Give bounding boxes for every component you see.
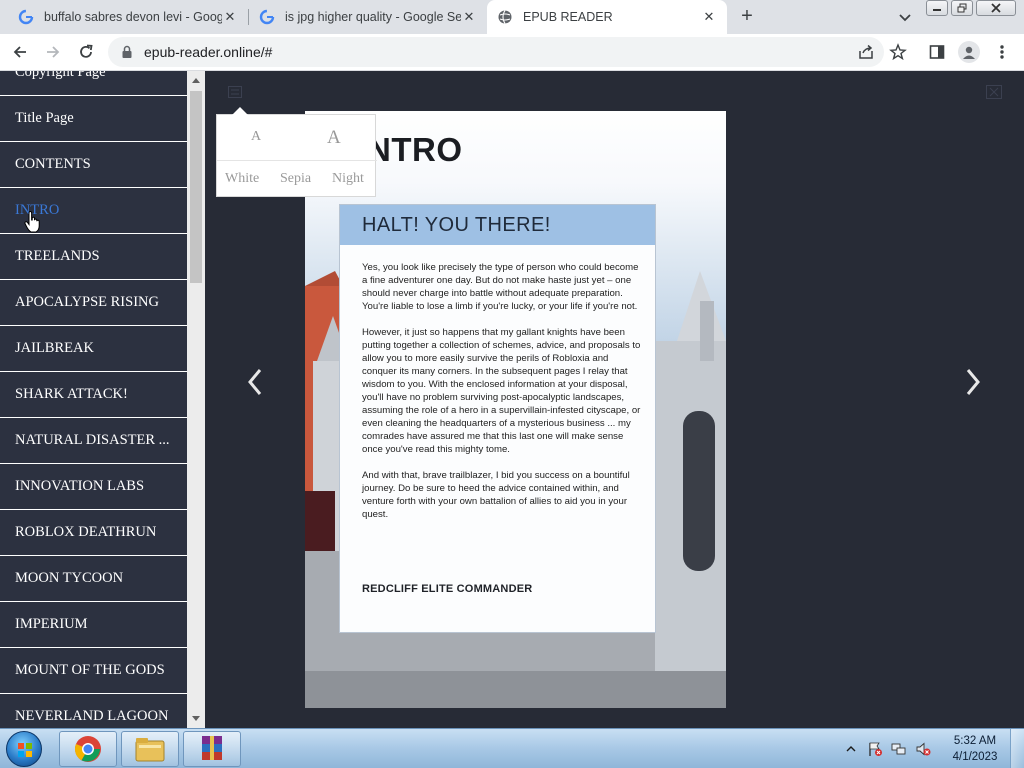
tab-title: buffalo sabres devon levi - Goog — [44, 10, 222, 24]
toc-item-apocalypse-rising[interactable]: APOCALYPSE RISING — [0, 280, 187, 326]
tab-title: is jpg higher quality - Google Se — [285, 10, 461, 24]
card-signature: REDCLIFF ELITE COMMANDER — [362, 583, 533, 595]
volume-muted-icon[interactable] — [914, 740, 932, 758]
clock-date: 4/1/2023 — [952, 751, 998, 763]
toc-list: Copyright Page Title Page CONTENTS INTRO… — [0, 71, 187, 728]
close-reader-icon[interactable] — [986, 85, 1002, 99]
show-hidden-icons-arrow-icon[interactable] — [842, 740, 860, 758]
system-tray — [842, 729, 938, 768]
toc-item-mount-of-the-gods[interactable]: MOUNT OF THE GODS — [0, 648, 187, 694]
theme-sepia-option[interactable]: Sepia — [280, 171, 311, 187]
close-tab-icon[interactable]: ✕ — [701, 9, 717, 25]
tab-google-search-1[interactable]: buffalo sabres devon levi - Goog ✕ — [8, 0, 248, 34]
url-text[interactable]: epub-reader.online/# — [144, 44, 272, 60]
toc-item-contents[interactable]: CONTENTS — [0, 142, 187, 188]
forward-arrow-icon[interactable] — [42, 41, 64, 63]
toc-item-natural-disaster[interactable]: NATURAL DISASTER ... — [0, 418, 187, 464]
hand-pointer-cursor-icon — [24, 210, 42, 233]
scroll-down-arrow-icon[interactable] — [187, 710, 205, 728]
next-page-chevron-icon[interactable] — [962, 365, 984, 399]
window-controls — [926, 0, 1024, 20]
browser-toolbar: epub-reader.online/# — [0, 34, 1024, 71]
new-tab-button[interactable]: + — [736, 6, 758, 28]
globe-icon — [497, 9, 513, 25]
minimize-window-icon[interactable] — [926, 0, 948, 16]
browser-menu-icon[interactable] — [991, 41, 1013, 63]
chapter-heading: NTRO — [367, 131, 463, 168]
previous-page-chevron-icon[interactable] — [244, 365, 266, 399]
card-title: HALT! YOU THERE! — [340, 205, 655, 245]
toc-item-innovation-labs[interactable]: INNOVATION LABS — [0, 464, 187, 510]
action-center-flag-icon[interactable] — [866, 740, 884, 758]
profile-avatar-icon[interactable] — [958, 41, 980, 63]
windows-taskbar: 5:32 AM 4/1/2023 — [0, 728, 1024, 768]
winrar-taskbar-icon[interactable] — [183, 731, 241, 767]
address-bar[interactable]: epub-reader.online/# — [108, 37, 884, 67]
toc-item-treelands[interactable]: TREELANDS — [0, 234, 187, 280]
windows-start-icon[interactable] — [6, 731, 42, 767]
close-tab-icon[interactable]: ✕ — [222, 9, 238, 25]
scrollbar-thumb[interactable] — [190, 91, 202, 283]
book-page: NTRO HALT! YOU THERE! Yes, you look like… — [305, 111, 726, 708]
restore-window-icon[interactable] — [951, 0, 973, 16]
tab-google-search-2[interactable]: is jpg higher quality - Google Se ✕ — [249, 0, 487, 34]
toc-item-title-page[interactable]: Title Page — [0, 96, 187, 142]
tab-title: EPUB READER — [523, 10, 613, 24]
popup-arrow — [232, 107, 248, 115]
back-arrow-icon[interactable] — [9, 41, 31, 63]
clock-time: 5:32 AM — [953, 735, 997, 747]
share-icon[interactable] — [855, 41, 877, 63]
tab-search-chevron-icon[interactable] — [896, 8, 914, 26]
chrome-taskbar-icon[interactable] — [59, 731, 117, 767]
toc-sidebar: Copyright Page Title Page CONTENTS INTRO… — [0, 71, 187, 728]
lock-icon[interactable] — [120, 45, 134, 59]
network-icon[interactable] — [890, 740, 908, 758]
close-window-icon[interactable] — [976, 0, 1016, 16]
toc-item-shark-attack[interactable]: SHARK ATTACK! — [0, 372, 187, 418]
font-size-row: A A — [217, 115, 377, 161]
reload-icon[interactable] — [75, 41, 97, 63]
theme-white-option[interactable]: White — [225, 171, 259, 187]
close-tab-icon[interactable]: ✕ — [461, 9, 477, 25]
bookmark-star-icon[interactable] — [887, 41, 909, 63]
toc-scrollbar[interactable] — [187, 71, 205, 728]
card-paragraph: And with that, brave trailblazer, I bid … — [362, 470, 630, 520]
file-explorer-taskbar-icon[interactable] — [121, 731, 179, 767]
increase-font-size-button[interactable]: A — [327, 127, 341, 149]
theme-night-option[interactable]: Night — [332, 171, 364, 187]
toc-item-jailbreak[interactable]: JAILBREAK — [0, 326, 187, 372]
epub-reader-viewport: Copyright Page Title Page CONTENTS INTRO… — [0, 71, 1024, 728]
google-icon — [259, 9, 275, 25]
system-clock[interactable]: 5:32 AM 4/1/2023 — [944, 733, 1006, 765]
scroll-up-arrow-icon[interactable] — [187, 71, 205, 89]
card-paragraph: Yes, you look like precisely the type of… — [362, 262, 639, 312]
show-desktop-button[interactable] — [1010, 729, 1024, 768]
google-icon — [18, 9, 34, 25]
toc-item-copyright-page[interactable]: Copyright Page — [0, 71, 187, 96]
card-paragraph: However, it just so happens that my gall… — [362, 327, 641, 455]
intro-card: HALT! YOU THERE! Yes, you look like prec… — [339, 204, 656, 633]
tab-epub-reader[interactable]: EPUB READER ✕ — [487, 0, 727, 34]
toc-item-imperium[interactable]: IMPERIUM — [0, 602, 187, 648]
toc-item-moon-tycoon[interactable]: MOON TYCOON — [0, 556, 187, 602]
decrease-font-size-button[interactable]: A — [251, 129, 261, 145]
theme-settings-popup: A A White Sepia Night — [216, 107, 377, 197]
toc-item-neverland-lagoon[interactable]: NEVERLAND LAGOON — [0, 694, 187, 728]
toc-item-roblox-deathrun[interactable]: ROBLOX DEATHRUN — [0, 510, 187, 556]
reader-settings-icon[interactable] — [228, 85, 242, 98]
card-body: Yes, you look like precisely the type of… — [362, 261, 642, 534]
side-panel-icon[interactable] — [926, 41, 948, 63]
tab-strip: buffalo sabres devon levi - Goog ✕ is jp… — [0, 0, 1024, 34]
